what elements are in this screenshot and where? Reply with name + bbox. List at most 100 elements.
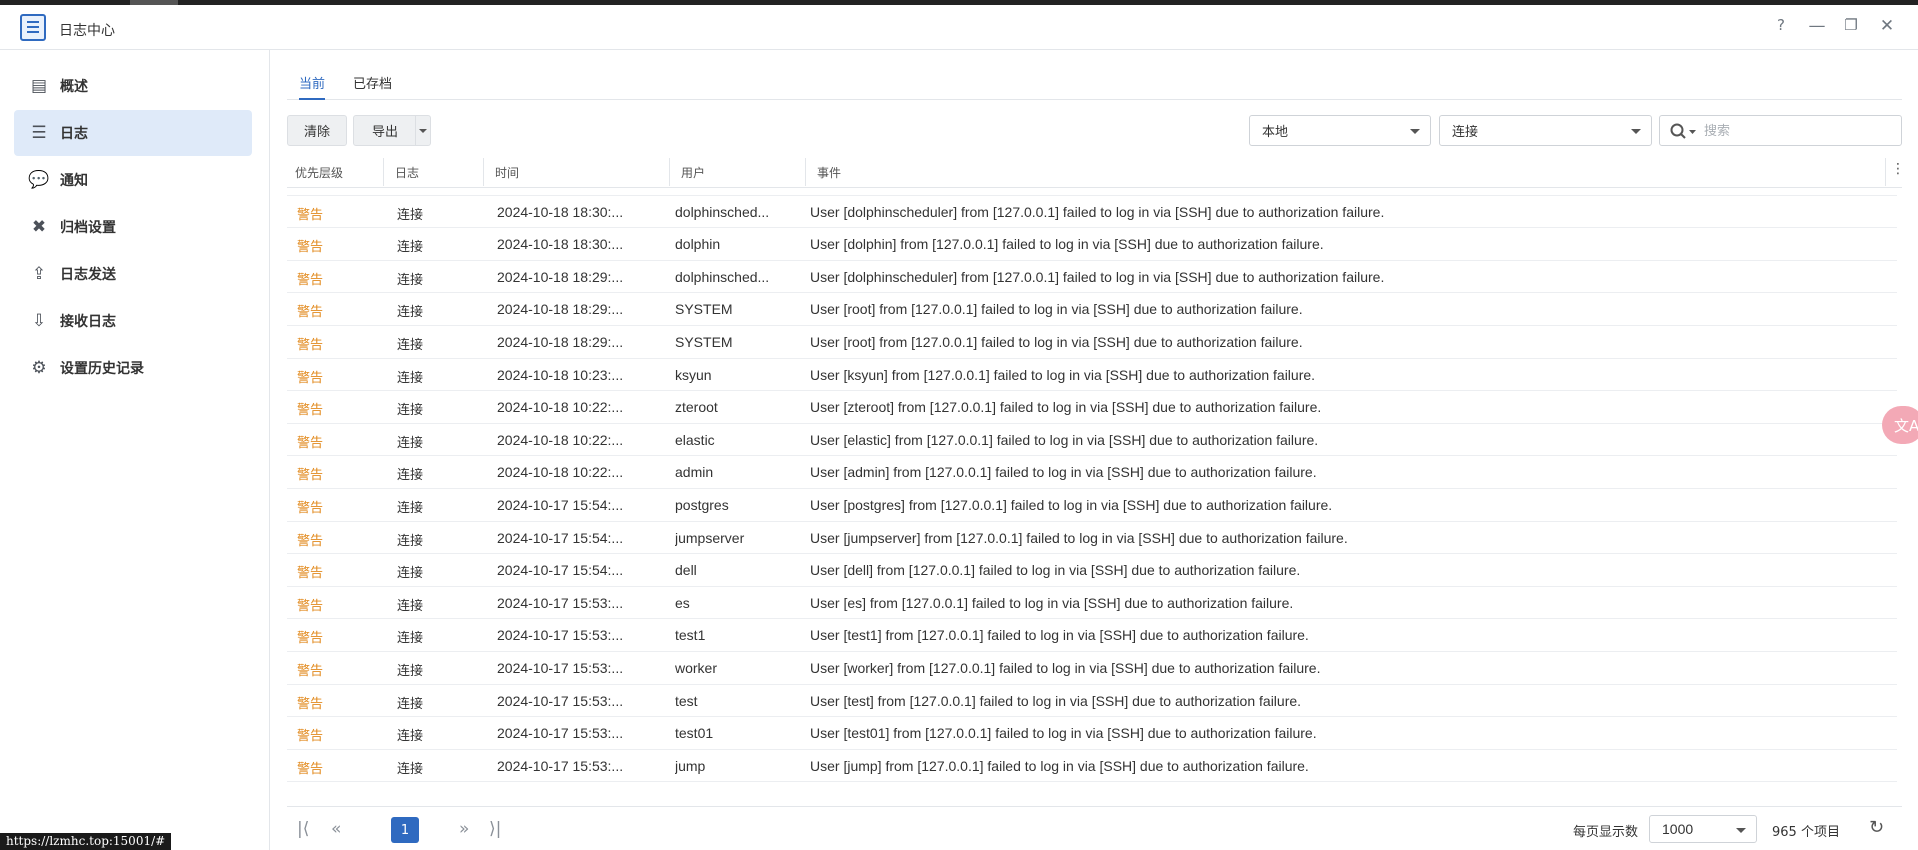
last-page-icon[interactable]: ⟩| bbox=[489, 819, 501, 839]
table-row[interactable]: 警告 连接 2024-10-17 15:54:... postgres User [po… bbox=[287, 489, 1897, 522]
first-page-icon[interactable]: |⟨ bbox=[297, 819, 309, 839]
send-icon: ⇪ bbox=[31, 264, 47, 284]
chevron-down-icon bbox=[1736, 828, 1746, 833]
table-row[interactable]: 警告 连接 2024-10-18 10:22:... admin User [admin… bbox=[287, 456, 1897, 489]
log-cell: 连接 bbox=[397, 761, 424, 777]
level-cell: 警告 bbox=[297, 370, 324, 386]
tab-archived[interactable]: 已存档 bbox=[353, 73, 392, 92]
level-cell: 警告 bbox=[297, 468, 324, 484]
sidebar-item-1[interactable]: ☰ 日志 bbox=[14, 110, 252, 156]
table-row[interactable]: 警告 连接 2024-10-18 18:29:... SYSTEM User [root… bbox=[287, 293, 1897, 326]
level-cell: 警告 bbox=[297, 305, 324, 321]
time-cell: 2024-10-18 10:23:... bbox=[497, 366, 624, 383]
user-cell: SYSTEM bbox=[675, 301, 733, 318]
search-box[interactable] bbox=[1659, 115, 1902, 146]
level-cell: 警告 bbox=[297, 435, 324, 451]
translate-icon[interactable]: 文A bbox=[1882, 406, 1918, 444]
column-header-time[interactable]: 时间 bbox=[495, 164, 519, 181]
chevron-down-icon bbox=[1410, 129, 1420, 134]
time-cell: 2024-10-17 15:54:... bbox=[497, 562, 624, 579]
search-icon[interactable] bbox=[1670, 123, 1698, 141]
sidebar-item-label: 通知 bbox=[60, 173, 88, 189]
level-cell: 警告 bbox=[297, 598, 324, 614]
sidebar-item-3[interactable]: ✖ 归档设置 bbox=[14, 204, 252, 250]
table-row[interactable]: 警告 连接 2024-10-17 15:53:... test1 User [test1… bbox=[287, 619, 1897, 652]
time-cell: 2024-10-18 18:29:... bbox=[497, 333, 624, 350]
event-cell: User [dolphinscheduler] from [127.0.0.1]… bbox=[810, 203, 1385, 220]
title-bar: 日志中心 ? — ❐ ✕ bbox=[0, 5, 1918, 50]
level-cell: 警告 bbox=[297, 729, 324, 745]
sidebar-item-5[interactable]: ⇩ 接收日志 bbox=[14, 298, 252, 344]
user-cell: test01 bbox=[675, 725, 714, 742]
level-cell: 警告 bbox=[297, 663, 324, 679]
user-cell: postgres bbox=[675, 496, 729, 513]
table-row[interactable]: 警告 连接 2024-10-18 18:30:... dolphinsched... U… bbox=[287, 196, 1897, 229]
per-page-select[interactable]: 1000 bbox=[1649, 815, 1757, 843]
close-icon[interactable]: ✕ bbox=[1876, 16, 1898, 36]
event-cell: User [root] from [127.0.0.1] failed to l… bbox=[810, 333, 1303, 350]
event-cell: User [root] from [127.0.0.1] failed to l… bbox=[810, 301, 1303, 318]
level-cell: 警告 bbox=[297, 500, 324, 516]
refresh-icon[interactable]: ↻ bbox=[1869, 817, 1884, 838]
event-cell: User [ksyun] from [127.0.0.1] failed to … bbox=[810, 366, 1316, 383]
export-dropdown-button[interactable] bbox=[415, 115, 431, 146]
level-cell: 警告 bbox=[297, 533, 324, 549]
column-header-event[interactable]: 事件 bbox=[817, 164, 841, 181]
table-row[interactable]: 警告 连接 2024-10-17 15:54:... dell User [dell] … bbox=[287, 554, 1897, 587]
sidebar-item-6[interactable]: ⚙ 设置历史记录 bbox=[14, 345, 252, 391]
next-page-icon[interactable]: » bbox=[459, 819, 469, 839]
table-row[interactable]: 警告 连接 2024-10-18 18:29:... dolphinsched... U… bbox=[287, 261, 1897, 294]
log-cell: 连接 bbox=[397, 631, 424, 647]
column-header-log[interactable]: 日志 bbox=[395, 164, 419, 181]
table-row[interactable]: 警告 连接 2024-10-18 10:22:... zteroot User [zte… bbox=[287, 391, 1897, 424]
table-row[interactable]: 警告 连接 2024-10-17 15:53:... worker User [work… bbox=[287, 652, 1897, 685]
table-row[interactable]: 警告 连接 2024-10-17 15:54:... jumpserver User [… bbox=[287, 522, 1897, 555]
event-cell: User [dell] from [127.0.0.1] failed to l… bbox=[810, 562, 1301, 579]
user-cell: jumpserver bbox=[675, 529, 745, 546]
table-row[interactable]: 警告 连接 2024-10-17 15:53:... es User [es] from… bbox=[287, 587, 1897, 620]
log-cell: 连接 bbox=[397, 207, 424, 223]
minimize-icon[interactable]: — bbox=[1806, 16, 1828, 36]
sidebar-item-4[interactable]: ⇪ 日志发送 bbox=[14, 251, 252, 297]
time-cell: 2024-10-17 15:53:... bbox=[497, 692, 624, 709]
user-cell: jump bbox=[675, 757, 706, 774]
event-cell: User [es] from [127.0.0.1] failed to log… bbox=[810, 594, 1294, 611]
location-filter-select[interactable]: 本地 bbox=[1249, 115, 1431, 146]
sidebar-item-2[interactable]: 💬 通知 bbox=[14, 157, 252, 203]
export-button[interactable]: 导出 bbox=[353, 115, 417, 146]
table-row[interactable]: 警告 连接 2024-10-18 18:30:... dolphin User [dol… bbox=[287, 228, 1897, 261]
clear-button[interactable]: 清除 bbox=[287, 115, 347, 146]
type-filter-select[interactable]: 连接 bbox=[1439, 115, 1652, 146]
time-cell: 2024-10-18 18:30:... bbox=[497, 203, 624, 220]
help-icon[interactable]: ? bbox=[1770, 16, 1792, 34]
tab-current[interactable]: 当前 bbox=[299, 73, 326, 100]
event-cell: User [admin] from [127.0.0.1] failed to … bbox=[810, 464, 1317, 481]
table-row[interactable]: 警告 连接 2024-10-18 10:23:... ksyun User [ksyun… bbox=[287, 359, 1897, 392]
user-cell: SYSTEM bbox=[675, 333, 733, 350]
column-header-level[interactable]: 优先层级 bbox=[295, 164, 343, 181]
level-cell: 警告 bbox=[297, 240, 324, 256]
table-row[interactable]: 警告 连接 2024-10-17 15:53:... test User [test] … bbox=[287, 685, 1897, 718]
tab-bar: 当前 已存档 bbox=[287, 70, 1902, 100]
user-cell: dell bbox=[675, 562, 697, 579]
column-header-user[interactable]: 用户 bbox=[681, 164, 705, 181]
table-row[interactable]: 警告 连接 2024-10-17 15:53:... test01 User [test… bbox=[287, 717, 1897, 750]
log-cell: 连接 bbox=[397, 468, 424, 484]
per-page-label: 每页显示数 bbox=[1573, 825, 1639, 840]
column-menu-icon[interactable]: ⋮ bbox=[1891, 161, 1902, 177]
table-row[interactable]: 警告 连接 2024-10-18 18:29:... SYSTEM User [root… bbox=[287, 326, 1897, 359]
sidebar-item-0[interactable]: ▤ 概述 bbox=[14, 63, 252, 109]
table-body: 警告 连接 2024-10-18 18:30:... dolphinsched... U… bbox=[287, 163, 1897, 783]
sidebar-item-label: 日志发送 bbox=[60, 267, 116, 283]
chevron-down-icon bbox=[1631, 129, 1641, 134]
receive-icon: ⇩ bbox=[31, 311, 47, 331]
previous-page-icon[interactable]: « bbox=[331, 819, 341, 839]
restore-icon[interactable]: ❐ bbox=[1840, 16, 1862, 34]
level-cell: 警告 bbox=[297, 207, 324, 223]
user-cell: elastic bbox=[675, 431, 715, 448]
table-row[interactable]: 警告 连接 2024-10-18 10:22:... elastic User [ela… bbox=[287, 424, 1897, 457]
page-number-button[interactable]: 1 bbox=[391, 817, 419, 843]
search-input[interactable] bbox=[1704, 122, 1884, 140]
user-cell: zteroot bbox=[675, 399, 718, 416]
table-row[interactable]: 警告 连接 2024-10-17 15:53:... jump User [jump] … bbox=[287, 750, 1897, 783]
